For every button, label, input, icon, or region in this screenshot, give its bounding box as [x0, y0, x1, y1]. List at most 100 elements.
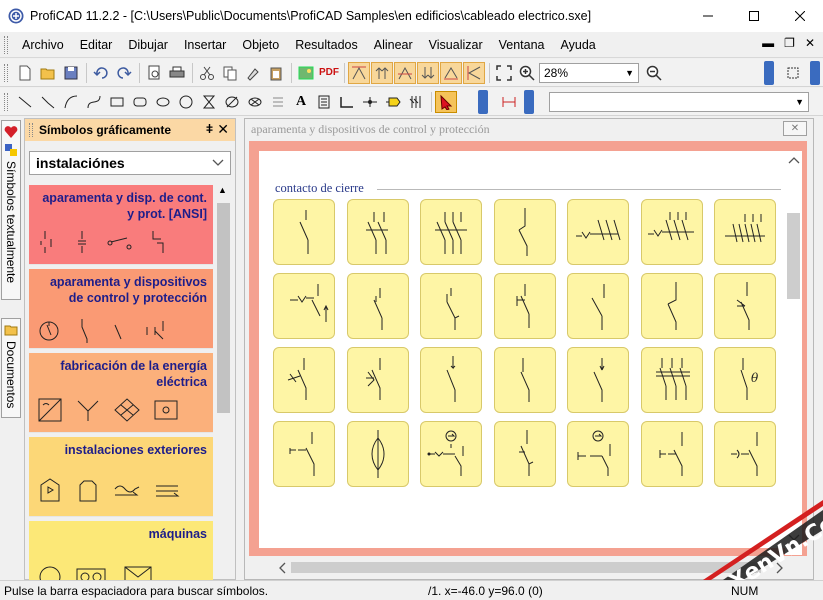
symbol-tile[interactable] [346, 273, 409, 339]
menu-editar[interactable]: Editar [72, 35, 121, 55]
polyline-tool[interactable] [37, 91, 59, 113]
align-middle-button[interactable] [394, 61, 416, 84]
minimize-button[interactable] [685, 0, 731, 32]
ellipse-tool[interactable] [152, 91, 174, 113]
zoom-out-button[interactable] [643, 62, 665, 84]
toolbar2-options-handle[interactable] [810, 61, 820, 85]
hatch-tool[interactable] [267, 91, 289, 113]
symbol-tile[interactable] [420, 199, 482, 265]
symbol-tile[interactable] [420, 273, 482, 339]
text-tool[interactable]: A [290, 91, 312, 113]
menu-alinear[interactable]: Alinear [366, 35, 421, 55]
symbol-tile[interactable] [567, 347, 629, 413]
ellipse-cross-tool[interactable] [244, 91, 266, 113]
symbol-tile[interactable] [493, 347, 556, 413]
symbol-tile[interactable] [273, 421, 335, 487]
symbol-tile[interactable] [714, 199, 776, 265]
drawing-toolbar-options-handle[interactable] [478, 90, 488, 114]
hourglass-tool[interactable] [198, 91, 220, 113]
category-energia[interactable]: fabricación de la energía eléctrica [29, 353, 213, 433]
menu-objeto[interactable]: Objeto [234, 35, 287, 55]
symbol-tile[interactable] [567, 199, 629, 265]
symbol-tile[interactable] [346, 199, 409, 265]
bus-tool[interactable] [405, 91, 427, 113]
rounded-rect-tool[interactable] [129, 91, 151, 113]
symbol-tile[interactable] [346, 421, 409, 487]
symbol-tile[interactable] [346, 347, 409, 413]
scroll-up-icon[interactable]: ▲ [218, 185, 227, 195]
zoom-in-button[interactable] [516, 62, 538, 84]
dimension-toolbar-options-handle[interactable] [524, 90, 534, 114]
symbol-tile[interactable] [640, 199, 703, 265]
align-left-button[interactable] [463, 61, 485, 84]
panel-grip[interactable] [29, 123, 33, 137]
redo-button[interactable] [113, 62, 135, 84]
symbol-tile[interactable] [640, 273, 703, 339]
select-tool[interactable] [435, 90, 457, 113]
crop-button[interactable] [782, 62, 804, 84]
chevron-up-icon[interactable] [788, 155, 800, 165]
symbol-tile[interactable] [567, 421, 629, 487]
dimension-tool[interactable] [498, 91, 520, 113]
style-select[interactable]: ▼ [549, 92, 809, 112]
text-frame-tool[interactable] [313, 91, 335, 113]
toolbar-options-handle[interactable] [764, 61, 774, 85]
menu-insertar[interactable]: Insertar [176, 35, 234, 55]
symbol-tile[interactable] [493, 199, 556, 265]
menu-ventana[interactable]: Ventana [491, 35, 553, 55]
category-ansi[interactable]: aparamenta y disp. de cont. y prot. [ANS… [29, 185, 213, 265]
open-button[interactable] [37, 62, 59, 84]
symbol-tile[interactable] [640, 421, 703, 487]
symbol-tile[interactable] [493, 273, 556, 339]
symbol-tile[interactable]: θ [714, 347, 776, 413]
align-top-button[interactable] [348, 61, 370, 84]
symbol-tile[interactable] [273, 347, 335, 413]
curve-tool[interactable] [83, 91, 105, 113]
circle-tool[interactable] [175, 91, 197, 113]
document-close-button[interactable]: ✕ [783, 121, 807, 136]
label-tool[interactable] [382, 91, 404, 113]
scrollbar-thumb[interactable] [787, 213, 800, 299]
library-select[interactable]: instalaciónes [29, 151, 231, 175]
arc-tool[interactable] [60, 91, 82, 113]
menu-grip[interactable] [4, 35, 8, 54]
mdi-close-icon[interactable]: ✕ [805, 36, 815, 50]
tab-documentos[interactable]: Documentos [1, 318, 21, 418]
scrollbar-thumb[interactable] [291, 562, 761, 573]
symbol-tile[interactable] [420, 421, 482, 487]
symbol-tile[interactable] [714, 421, 776, 487]
rectangle-tool[interactable] [106, 91, 128, 113]
category-aparamenta[interactable]: aparamenta y dispositivos de control y p… [29, 269, 213, 349]
symbol-tile[interactable] [493, 421, 556, 487]
cut-button[interactable] [196, 62, 218, 84]
tab-simbolos-textualmente[interactable]: Símbolos textualmente [1, 120, 21, 300]
print-preview-button[interactable] [143, 62, 165, 84]
new-button[interactable] [14, 62, 36, 84]
menu-visualizar[interactable]: Visualizar [421, 35, 491, 55]
category-exteriores[interactable]: instalaciones exteriores [29, 437, 213, 517]
align-up-button[interactable] [371, 61, 393, 84]
symbol-tile[interactable] [273, 273, 335, 339]
menu-ayuda[interactable]: Ayuda [553, 35, 604, 55]
line-tool[interactable] [14, 91, 36, 113]
export-pdf-button[interactable]: PDF [318, 62, 340, 84]
undo-button[interactable] [90, 62, 112, 84]
copy-button[interactable] [219, 62, 241, 84]
zoom-fit-button[interactable] [493, 62, 515, 84]
chevron-left-icon[interactable] [277, 562, 287, 574]
scrollbar-thumb[interactable] [217, 203, 230, 413]
symbol-tile[interactable] [420, 347, 482, 413]
menu-resultados[interactable]: Resultados [287, 35, 366, 55]
insert-picture-button[interactable] [295, 62, 317, 84]
maximize-button[interactable] [731, 0, 777, 32]
format-painter-button[interactable] [242, 62, 264, 84]
pin-icon[interactable]: ǂ [206, 122, 213, 136]
symbol-tile[interactable] [640, 347, 703, 413]
align-bottom-button[interactable] [440, 61, 462, 84]
panel-close-icon[interactable]: ✕ [217, 121, 229, 138]
drawing-toolbar-grip[interactable] [4, 92, 8, 111]
menu-archivo[interactable]: Archivo [14, 35, 72, 55]
print-button[interactable] [166, 62, 188, 84]
paste-button[interactable] [265, 62, 287, 84]
toolbar-grip[interactable] [4, 63, 8, 82]
